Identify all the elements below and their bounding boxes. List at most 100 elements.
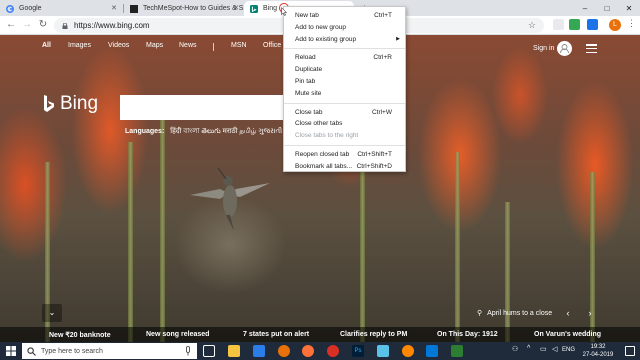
extension-icon[interactable] <box>587 19 598 30</box>
news-item[interactable]: On Varun's wedding <box>534 331 601 338</box>
extension-icon[interactable] <box>553 19 564 30</box>
app-icon[interactable] <box>451 345 463 357</box>
tab-title: Bing <box>263 5 278 12</box>
language-links[interactable]: हिंदी বাংলা తెలుగు मराठी தமிழ் ગુજરાતી <box>170 128 282 135</box>
app-icon[interactable] <box>377 345 389 357</box>
menu-item-shortcut: Ctrl+T <box>374 12 392 19</box>
clock-time: 19:32 <box>590 344 606 350</box>
menu-item-reload[interactable]: Reload Ctrl+R <box>284 52 405 64</box>
news-item[interactable]: Clarifies reply to PM <box>340 331 407 338</box>
signin-link[interactable]: Sign in <box>533 45 554 52</box>
menu-item-close-other-tabs[interactable]: Close other tabs <box>284 118 405 130</box>
task-view-icon[interactable] <box>203 345 215 357</box>
menu-item-label: Add to existing group <box>295 35 357 43</box>
nav-divider <box>213 43 214 51</box>
search-placeholder: Type here to search <box>41 347 103 355</box>
close-icon[interactable]: ✕ <box>111 4 117 12</box>
back-icon[interactable]: ← <box>5 19 17 31</box>
next-image-icon[interactable]: › <box>582 305 598 321</box>
menu-item-shortcut: Ctrl+Shift+T <box>357 150 392 158</box>
app-icon[interactable] <box>327 345 339 357</box>
photoshop-icon[interactable]: Ps <box>352 345 364 357</box>
news-strip: New ₹20 banknote New song released 7 sta… <box>0 327 640 342</box>
tab-title: Google <box>19 5 42 12</box>
menu-item-label: Close tab <box>295 108 323 116</box>
nav-msn[interactable]: MSN <box>231 42 247 49</box>
window-controls: – □ ✕ <box>574 0 640 16</box>
scroll-down-button[interactable]: ⌄ <box>42 304 62 322</box>
google-icon <box>6 4 14 13</box>
menu-item-mute-site[interactable]: Mute site <box>284 88 405 100</box>
tab-techmespot[interactable]: TechMeSpot-How to Guides & S ✕ <box>124 1 244 16</box>
image-caption[interactable]: ⚲ April hums to a close <box>477 305 552 321</box>
logo-text: Bing <box>60 93 99 114</box>
tab-title: TechMeSpot-How to Guides & S <box>143 5 244 12</box>
volume-icon[interactable]: ◁ <box>552 345 557 353</box>
menu-item-close-tab[interactable]: Close tab Ctrl+W <box>284 107 405 119</box>
menu-item-label: Close tabs to the right <box>295 132 359 140</box>
vlc-icon[interactable] <box>402 345 414 357</box>
location-pin-icon: ⚲ <box>477 310 483 317</box>
bookmark-star-icon[interactable]: ☆ <box>528 20 536 31</box>
menu-item-new-tab[interactable]: New tab Ctrl+T <box>284 10 405 22</box>
hamburger-menu-icon[interactable] <box>586 44 597 54</box>
microphone-icon[interactable] <box>185 346 191 356</box>
reload-icon[interactable]: ↻ <box>37 19 49 31</box>
people-icon[interactable]: ⚇ <box>512 345 518 353</box>
notification-icon[interactable] <box>625 346 635 356</box>
more-menu-icon[interactable]: ⋮ <box>627 18 636 29</box>
close-icon[interactable]: ✕ <box>233 4 239 12</box>
forward-icon[interactable]: → <box>21 19 33 31</box>
file-explorer-icon[interactable] <box>228 345 240 357</box>
bing-logo[interactable]: Bing <box>42 93 98 115</box>
techmespot-icon <box>130 4 138 13</box>
menu-separator <box>284 102 405 104</box>
close-window-button[interactable]: ✕ <box>618 0 640 16</box>
nav-all[interactable]: All <box>42 42 51 49</box>
minimize-button[interactable]: – <box>574 0 596 16</box>
nav-news[interactable]: News <box>179 42 197 49</box>
clock[interactable]: 19:32 27-04-2019 <box>578 343 618 359</box>
maximize-button[interactable]: □ <box>596 0 618 16</box>
firefox-icon[interactable] <box>302 345 314 357</box>
tab-google[interactable]: Google ✕ <box>0 1 122 16</box>
windows-start-icon[interactable] <box>6 346 16 356</box>
extension-icon[interactable] <box>569 19 580 30</box>
menu-item-reopen-closed-tab[interactable]: Reopen closed tab Ctrl+Shift+T <box>284 149 405 161</box>
news-item[interactable]: 7 states put on alert <box>243 331 309 338</box>
menu-item-add-to-new-group[interactable]: Add to new group <box>284 22 405 34</box>
profile-avatar[interactable]: L <box>609 19 621 31</box>
menu-item-label: Reload <box>295 54 316 62</box>
store-icon[interactable] <box>253 345 265 357</box>
nav-images[interactable]: Images <box>68 42 91 49</box>
nav-office[interactable]: Office <box>263 42 281 49</box>
menu-item-duplicate[interactable]: Duplicate <box>284 64 405 76</box>
background-stem <box>128 142 133 342</box>
tab-context-menu: New tab Ctrl+T Add to new group Add to exis… <box>283 6 406 172</box>
tray-chevron-icon[interactable]: ^ <box>527 345 530 352</box>
search-icon <box>27 346 36 356</box>
menu-item-label: Duplicate <box>295 66 323 74</box>
menu-item-label: New tab <box>295 12 319 19</box>
network-icon[interactable]: ▭ <box>540 345 547 353</box>
menu-item-label: Mute site <box>295 89 322 97</box>
menu-item-add-to-existing-group[interactable]: Add to existing group ▶ <box>284 34 405 46</box>
news-item[interactable]: New song released <box>146 331 209 338</box>
app-icon[interactable] <box>426 345 438 357</box>
menu-separator <box>284 144 405 146</box>
menu-item-pin-tab[interactable]: Pin tab <box>284 76 405 88</box>
user-avatar-icon[interactable] <box>557 41 572 56</box>
menu-item-bookmark-all-tabs[interactable]: Bookmark all tabs... Ctrl+Shift+D <box>284 161 405 173</box>
taskbar-search-input[interactable]: Type here to search <box>22 343 197 359</box>
nav-maps[interactable]: Maps <box>146 42 163 49</box>
url-text: https://www.bing.com <box>74 21 150 30</box>
news-item[interactable]: New ₹20 banknote <box>49 331 111 339</box>
news-item[interactable]: On This Day: 1912 <box>437 331 498 338</box>
prev-image-icon[interactable]: ‹ <box>560 305 576 321</box>
menu-item-shortcut: Ctrl+Shift+D <box>356 162 392 170</box>
nav-videos[interactable]: Videos <box>108 42 129 49</box>
menu-item-label: Close other tabs <box>295 120 343 128</box>
chrome-icon[interactable] <box>278 345 290 357</box>
caption-text: April hums to a close <box>487 309 553 317</box>
language-indicator[interactable]: ENG <box>562 347 575 353</box>
